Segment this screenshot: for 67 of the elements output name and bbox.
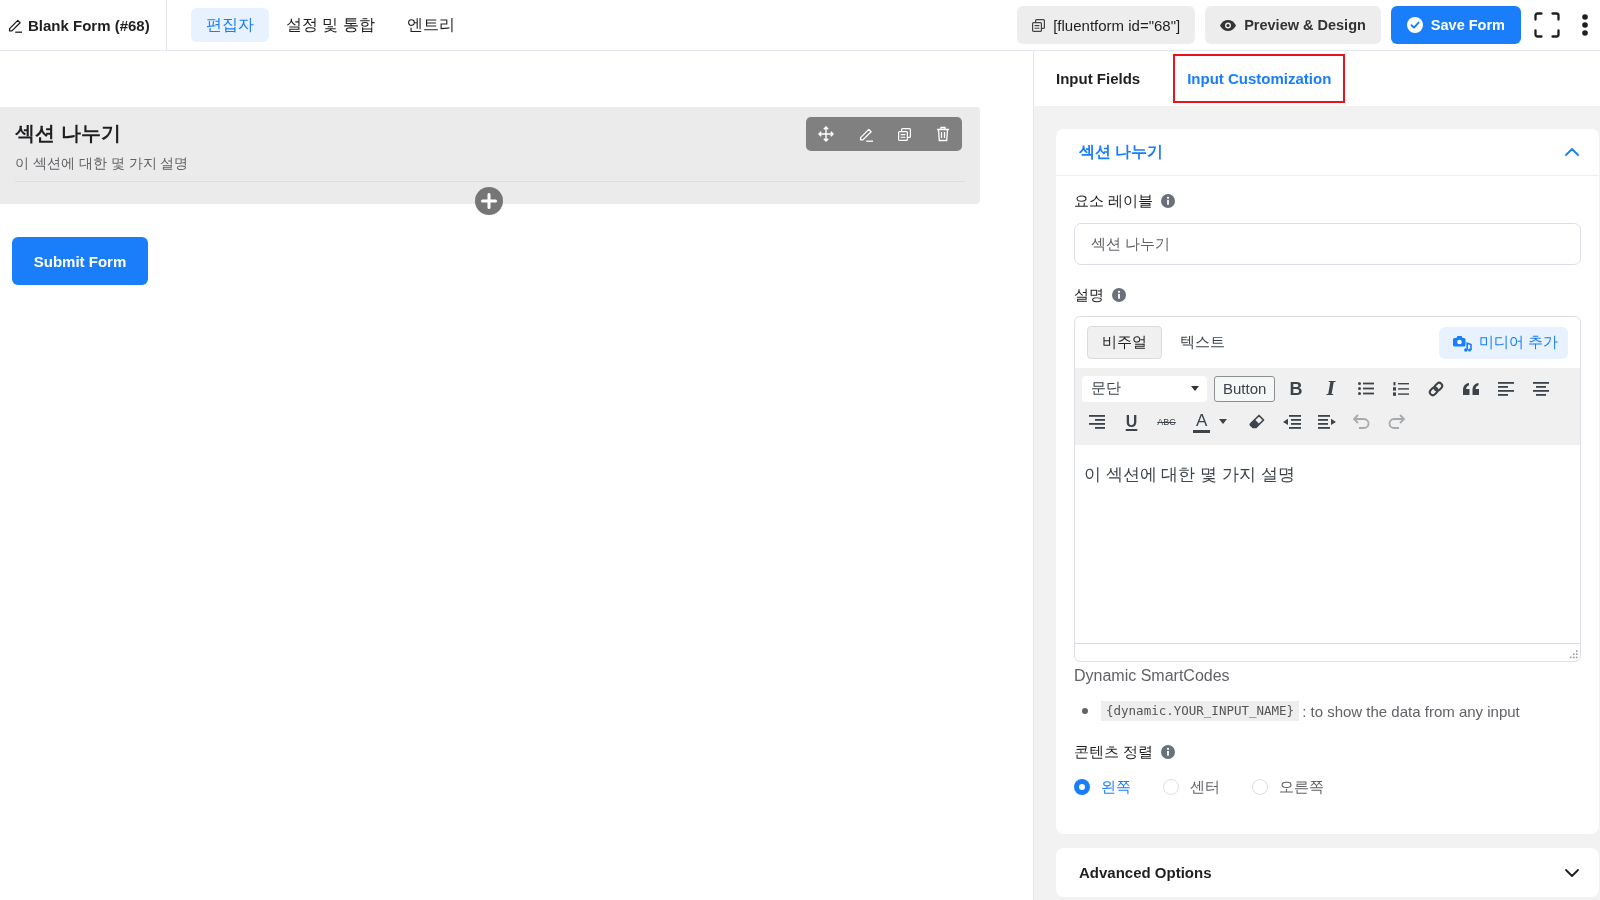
editor-mode-tab[interactable]: 텍스트 [1165, 326, 1240, 359]
chevron-up-icon[interactable] [1565, 148, 1579, 156]
radio-label[interactable]: 왼쪽 [1101, 777, 1131, 797]
radio-label[interactable]: 오른쪽 [1279, 777, 1324, 797]
italic-button[interactable]: I [1326, 378, 1336, 399]
section-title: 섹션 나누기 [15, 121, 121, 146]
more-options-icon[interactable] [1582, 14, 1588, 36]
quote-icon[interactable] [1462, 382, 1479, 395]
field-label: 콘텐츠 정렬 [1074, 742, 1154, 762]
underline-button[interactable]: U [1125, 411, 1138, 432]
info-icon[interactable] [1161, 194, 1176, 208]
caret-icon [1191, 386, 1199, 391]
toolbar-button[interactable]: Button [1214, 375, 1276, 402]
fullscreen-icon[interactable] [1534, 12, 1560, 38]
info-icon[interactable] [1161, 745, 1176, 759]
eraser-icon[interactable] [1248, 413, 1265, 430]
nav-tab[interactable]: 엔트리 [391, 8, 470, 42]
info-icon[interactable] [1112, 288, 1126, 302]
link-icon[interactable] [1426, 379, 1445, 398]
format-select[interactable]: 문단 [1082, 375, 1207, 402]
eye-icon [1220, 19, 1237, 31]
editor-content[interactable]: 이 섹션에 대한 몇 가지 설명 [1075, 445, 1580, 643]
radio-button[interactable] [1074, 779, 1090, 795]
text-color-button[interactable]: A [1193, 410, 1211, 433]
field-label: 요소 레이블 [1074, 191, 1154, 211]
bullet-icon [1082, 708, 1088, 714]
panel-tab[interactable]: Input Fields [1042, 54, 1155, 103]
panel-tab[interactable]: Input Customization [1173, 54, 1346, 103]
radio-button[interactable] [1252, 779, 1268, 795]
indent-icon[interactable] [1317, 414, 1336, 429]
camera-music-icon [1451, 333, 1472, 352]
copy-icon [1032, 18, 1046, 32]
editor-mode-tab[interactable]: 비주얼 [1087, 326, 1162, 359]
radio-label[interactable]: 센터 [1190, 777, 1220, 797]
strikethrough-button[interactable]: ABC [1157, 416, 1176, 427]
submit-button[interactable]: Submit Form [12, 237, 148, 285]
preview-button[interactable]: Preview & Design [1205, 6, 1381, 44]
resize-handle-icon[interactable] [1568, 650, 1578, 659]
copy-icon[interactable] [897, 127, 911, 141]
plus-circle-icon[interactable] [475, 187, 503, 215]
advanced-options-title[interactable]: Advanced Options [1079, 864, 1212, 881]
label-input[interactable]: 섹션 나누기 [1074, 223, 1581, 265]
align-center-icon[interactable] [1532, 381, 1549, 396]
trash-icon[interactable] [935, 126, 950, 142]
code-snippet: {dynamic.YOUR_INPUT_NAME} [1101, 701, 1300, 721]
chevron-down-icon[interactable] [1565, 868, 1579, 877]
move-icon[interactable] [818, 126, 835, 142]
field-label: 설명 [1074, 285, 1104, 305]
bullet-list-icon[interactable] [1357, 382, 1374, 395]
section-description: 이 섹션에 대한 몇 가지 설명 [15, 154, 189, 173]
numbered-list-icon[interactable] [1392, 381, 1409, 396]
panel-title: 섹션 나누기 [1079, 141, 1164, 162]
form-title: Blank Form (#68) [28, 16, 150, 34]
align-right-icon[interactable] [1088, 414, 1105, 429]
nav-tab[interactable]: 설정 및 통합 [271, 8, 390, 42]
smartcode-description: : to show the data from any input [1302, 702, 1520, 720]
check-circle-icon [1406, 17, 1423, 33]
pencil-icon[interactable] [8, 17, 22, 33]
add-media-button[interactable]: 미디어 추가 [1438, 326, 1568, 359]
outdent-icon[interactable] [1282, 414, 1301, 429]
bold-button[interactable]: B [1289, 378, 1303, 399]
smartcodes-heading: Dynamic SmartCodes [1074, 666, 1230, 686]
save-button[interactable]: Save Form [1390, 6, 1521, 44]
radio-button[interactable] [1163, 779, 1179, 795]
shortcode-button[interactable]: [fluentform id="68"] [1017, 6, 1196, 44]
align-left-icon[interactable] [1497, 381, 1514, 396]
caret-icon[interactable] [1219, 419, 1228, 424]
